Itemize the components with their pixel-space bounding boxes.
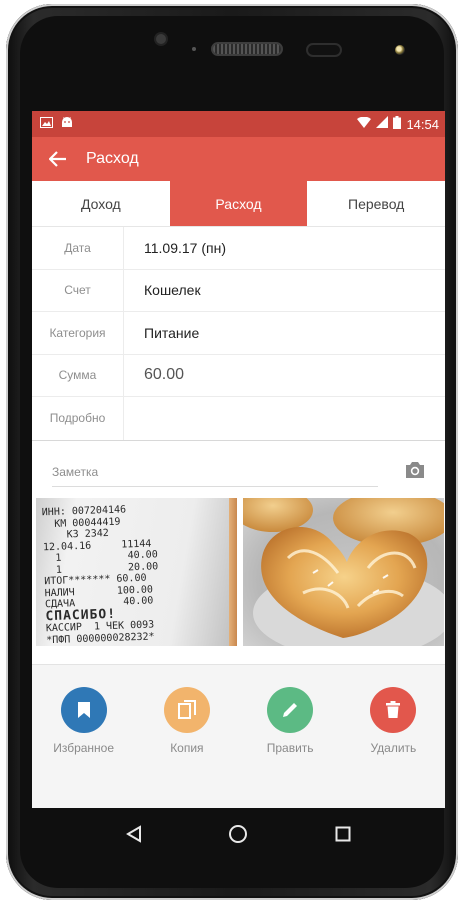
signal-icon	[376, 116, 389, 132]
delete-label: Удалить	[370, 741, 417, 755]
delete-button[interactable]: Удалить	[342, 687, 445, 808]
attached-photos: ИНН: 007204146 КМ 00044419 КЗ 2342 12.04…	[32, 497, 445, 648]
details-value[interactable]	[124, 397, 445, 440]
transaction-type-tabs: Доход Расход Перевод	[32, 181, 445, 227]
form-row-account[interactable]: Счет Кошелек	[32, 269, 445, 312]
trash-icon[interactable]	[370, 687, 417, 733]
camera-icon[interactable]	[404, 460, 426, 480]
action-bar: Избранное Копия Править Удалить	[32, 664, 445, 808]
light-sensor-icon	[192, 47, 196, 51]
edit-button[interactable]: Править	[239, 687, 342, 808]
tab-transfer[interactable]: Перевод	[307, 181, 445, 226]
tab-income[interactable]: Доход	[32, 181, 170, 226]
amount-value[interactable]: 60.00	[124, 355, 445, 397]
transaction-form: Дата 11.09.17 (пн) Счет Кошелек Категори…	[32, 227, 445, 441]
receipt-line: КЗ 2342	[42, 527, 110, 541]
copy-button[interactable]: Копия	[135, 687, 238, 808]
note-section	[32, 441, 445, 498]
pastry-image-icon	[243, 497, 444, 646]
copy-icon[interactable]	[163, 687, 210, 733]
table-edge	[229, 497, 237, 646]
wifi-icon	[357, 116, 372, 132]
gallery-notification-icon	[40, 116, 53, 132]
category-label: Категория	[32, 312, 124, 354]
date-label: Дата	[32, 227, 124, 269]
android-notification-icon	[61, 116, 73, 132]
account-label: Счет	[32, 269, 124, 311]
receipt-line: КМ 00044419	[42, 515, 121, 530]
battery-icon	[393, 115, 402, 133]
sensor-pill-icon	[306, 43, 342, 57]
nav-home-icon[interactable]	[223, 819, 253, 849]
form-row-amount[interactable]: Сумма 60.00	[32, 354, 445, 397]
copy-label: Копия	[170, 741, 204, 755]
front-camera-icon	[395, 45, 405, 55]
form-row-details[interactable]: Подробно	[32, 397, 445, 440]
details-label: Подробно	[32, 397, 124, 440]
status-bar: 14:54	[32, 111, 445, 137]
form-row-date[interactable]: Дата 11.09.17 (пн)	[32, 227, 445, 270]
receipt-text: ИНН: 007204146 КМ 00044419 КЗ 2342 12.04…	[42, 500, 234, 645]
back-arrow-icon[interactable]	[46, 147, 70, 171]
bookmark-icon[interactable]	[60, 687, 107, 733]
category-value[interactable]: Питание	[124, 312, 445, 354]
note-input[interactable]	[52, 458, 378, 487]
pencil-icon[interactable]	[267, 687, 314, 733]
earpiece-speaker-icon	[211, 42, 283, 56]
nav-recents-icon[interactable]	[328, 819, 358, 849]
pastry-photo[interactable]	[243, 497, 444, 646]
app-screen: 14:54 Расход Доход Расход Перевод Дата 1…	[32, 111, 445, 808]
amount-label: Сумма	[32, 354, 124, 396]
page-title: Расход	[86, 150, 139, 167]
date-value[interactable]: 11.09.17 (пн)	[124, 227, 445, 269]
favorite-button[interactable]: Избранное	[32, 687, 135, 808]
account-value[interactable]: Кошелек	[124, 270, 445, 312]
status-time: 14:54	[406, 116, 439, 132]
app-bar: Расход	[32, 137, 445, 181]
system-nav-bar	[32, 808, 445, 860]
tab-expense[interactable]: Расход	[169, 181, 308, 226]
receipt-photo[interactable]: ИНН: 007204146 КМ 00044419 КЗ 2342 12.04…	[36, 497, 237, 646]
proximity-sensor-icon	[156, 34, 166, 44]
nav-back-icon[interactable]	[119, 819, 149, 849]
form-row-category[interactable]: Категория Питание	[32, 312, 445, 355]
favorite-label: Избранное	[53, 741, 115, 755]
edit-label: Править	[266, 741, 314, 755]
